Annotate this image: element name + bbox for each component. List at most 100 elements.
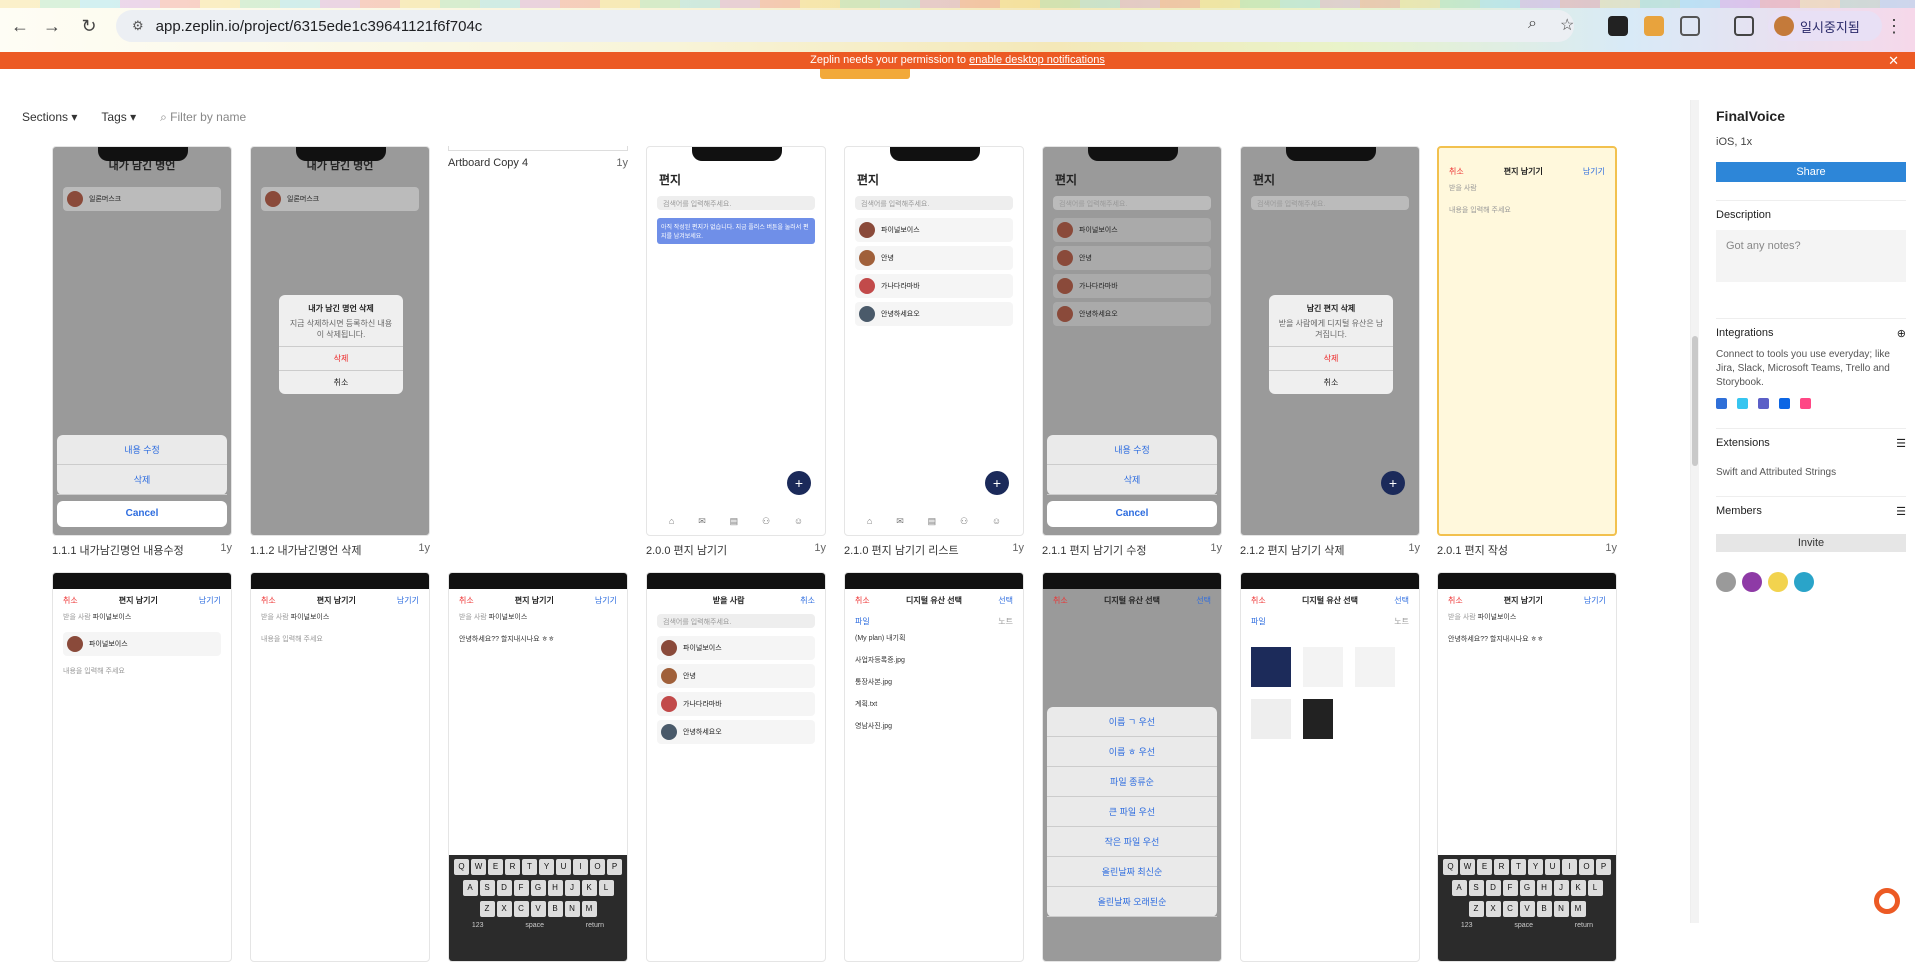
artboard-thumbnail[interactable]: 취소 편지 남기기 남기기 받을 사람 파이널보이스 내용을 입력해 주세요 — [250, 572, 430, 962]
status-bar — [53, 573, 231, 589]
alert-cancel[interactable]: 취소 — [1269, 370, 1393, 394]
alert-delete[interactable]: 삭제 — [1269, 346, 1393, 370]
bookmark-star-icon[interactable]: ☆ — [1560, 15, 1574, 35]
artboard-card[interactable]: 편지 검색어를 입력해주세요. 남긴 편지 삭제 받을 사람에게 디지털 유산은… — [1240, 146, 1420, 558]
close-icon[interactable]: ✕ — [1888, 52, 1899, 69]
teams-icon[interactable] — [1758, 398, 1769, 409]
browser-menu-icon[interactable]: ⋮ — [1882, 14, 1906, 38]
alert-cancel[interactable]: 취소 — [279, 370, 403, 394]
artboard-thumbnail[interactable]: 취소 편지 남기기 남기기 받을 사람 파이널보이스 안녕하세요?? 할지내시나요 … — [448, 572, 628, 962]
tags-dropdown[interactable]: Tags ▾ — [101, 110, 136, 124]
sheet-cancel[interactable]: Cancel — [1047, 501, 1217, 527]
site-info-icon[interactable]: ⚙ — [132, 18, 144, 34]
artboard-thumbnail[interactable]: 취소 디지털 유산 선택 선택 파일 노트 (My plan) 내기획 사업자등록증.… — [844, 572, 1024, 962]
alert-delete[interactable]: 삭제 — [279, 346, 403, 370]
artboard-card[interactable]: 취소 편지 남기기 남기기 받을 사람 내용을 입력해 주세요 2.0.1 편지 작… — [1437, 146, 1617, 558]
compose-title: 편지 남기기 — [514, 596, 554, 605]
sections-dropdown[interactable]: Sections ▾ — [22, 110, 77, 124]
sheet-delete[interactable]: 삭제 — [57, 465, 227, 495]
artboard-card[interactable]: 취소 디지털 유산 선택 선택 파일 노트 (My plan) 내기획 사업자등록증.… — [844, 572, 1024, 962]
add-icon[interactable]: ⊕ — [1897, 327, 1906, 340]
help-icon[interactable] — [1874, 888, 1900, 914]
artboard-card[interactable]: 취소 편지 남기기 남기기 받을 사람 파이널보이스 내용을 입력해 주세요 — [250, 572, 430, 962]
members-label: Members — [1716, 505, 1762, 517]
forward-icon[interactable]: → — [40, 14, 64, 38]
enable-notifications-link[interactable]: enable desktop notifications — [969, 54, 1105, 66]
notes-input[interactable]: Got any notes? — [1716, 230, 1906, 282]
filter-search[interactable]: ⌕ Filter by name — [160, 110, 246, 125]
artboard-age: 1y — [1605, 542, 1617, 554]
artboard-thumbnail[interactable]: 받을 사람 취소 검색어를 입력해주세요. 파이널보이스 안녕 가나다라마바 안녕… — [646, 572, 826, 962]
artboard-thumbnail[interactable]: 취소 디지털 유산 선택 선택 이름 ㄱ 우선 이름 ㅎ 우선 파일 종류순 큰 파… — [1042, 572, 1222, 962]
select-label: 선택 — [998, 596, 1013, 605]
share-button[interactable]: Share — [1716, 162, 1906, 182]
storybook-icon[interactable] — [1800, 398, 1811, 409]
profile-button[interactable]: 일시중지됨 — [1768, 11, 1882, 41]
artboard-card[interactable]: 내가 남긴 명언 일론머스크 내용 수정 삭제 Cancel 1.1.1 내가남… — [52, 146, 232, 558]
sheet-edit[interactable]: 내용 수정 — [57, 435, 227, 465]
side-panel-icon[interactable] — [1734, 16, 1754, 36]
artboard-thumbnail[interactable]: 편지 검색어를 입력해주세요. 아직 작성된 편지가 없습니다. 지금 플러스 … — [646, 146, 826, 536]
integrations-heading: Integrations ⊕ — [1716, 318, 1906, 340]
sort-option[interactable]: 큰 파일 우선 — [1047, 797, 1217, 827]
artboard-thumbnail[interactable]: 취소 편지 남기기 남기기 받을 사람 파이널보이스 안녕하세요?? 할지내시나요 … — [1437, 572, 1617, 962]
artboard-card[interactable]: 내가 남긴 명언 일론머스크 내가 남긴 명언 삭제 지금 삭제하시면 등록하신… — [250, 146, 430, 558]
settings-icon[interactable]: ☰ — [1896, 437, 1906, 450]
settings-icon[interactable]: ☰ — [1896, 505, 1906, 518]
artboard-card[interactable]: 편지 검색어를 입력해주세요. 파이널보이스 안녕 가나다라마바 안녕하세요오 … — [1042, 146, 1222, 558]
artboard-thumbnail[interactable]: 내가 남긴 명언 일론머스크 내가 남긴 명언 삭제 지금 삭제하시면 등록하신… — [250, 146, 430, 536]
avatar[interactable] — [1742, 572, 1762, 592]
artboard-card[interactable]: 취소 편지 남기기 남기기 받을 사람 파이널보이스 안녕하세요?? 할지내시나요 … — [448, 572, 628, 962]
sheet-cancel[interactable]: Cancel — [57, 501, 227, 527]
artboard-name: Artboard Copy 4 — [448, 157, 529, 169]
artboard-thumbnail[interactable]: 취소 편지 남기기 남기기 받을 사람 파이널보이스 파이널보이스 내용을 입력해 … — [52, 572, 232, 962]
artboard-card[interactable]: 취소 편지 남기기 남기기 받을 사람 파이널보이스 안녕하세요?? 할지내시나요 … — [1437, 572, 1617, 962]
reload-icon[interactable]: ↻ — [77, 14, 101, 38]
artboard-card[interactable]: Artboard Copy 4 1y — [448, 146, 628, 169]
sort-option[interactable]: 파일 종류순 — [1047, 767, 1217, 797]
zoom-icon[interactable]: ⌕ — [1528, 15, 1537, 33]
jira-icon[interactable] — [1716, 398, 1727, 409]
screen-title: 편지 — [659, 173, 682, 187]
artboard-thumbnail[interactable]: 편지 검색어를 입력해주세요. 남긴 편지 삭제 받을 사람에게 디지털 유산은… — [1240, 146, 1420, 536]
back-icon[interactable]: ← — [8, 14, 32, 38]
sort-option[interactable]: 올린날짜 오래된순 — [1047, 887, 1217, 917]
sort-option[interactable]: 올린날짜 최신순 — [1047, 857, 1217, 887]
extension-m-icon[interactable] — [1608, 16, 1628, 36]
add-icon: + — [787, 471, 811, 495]
artboard-thumbnail[interactable]: 내가 남긴 명언 일론머스크 내용 수정 삭제 Cancel — [52, 146, 232, 536]
address-bar[interactable]: ⚙ app.zeplin.io/project/6315ede1c3964112… — [116, 10, 1574, 42]
extension-color-icon[interactable] — [1644, 16, 1664, 36]
row-name: 안녕하세요오 — [881, 311, 920, 318]
artboard-card[interactable]: 편지 검색어를 입력해주세요. 파이널보이스 안녕 가나다라마바 안녕하세요오 … — [844, 146, 1024, 558]
artboard-card[interactable]: 취소 디지털 유산 선택 선택 파일 노트 — [1240, 572, 1420, 962]
sheet-edit[interactable]: 내용 수정 — [1047, 435, 1217, 465]
sort-option[interactable]: 이름 ㅎ 우선 — [1047, 737, 1217, 767]
select-label: 선택 — [1394, 596, 1409, 605]
artboard-card[interactable]: 취소 디지털 유산 선택 선택 이름 ㄱ 우선 이름 ㅎ 우선 파일 종류순 큰 파… — [1042, 572, 1222, 962]
invite-button[interactable]: Invite — [1716, 534, 1906, 552]
artboard-thumbnail[interactable]: 편지 검색어를 입력해주세요. 파이널보이스 안녕 가나다라마바 안녕하세요오 … — [1042, 146, 1222, 536]
artboard-thumbnail[interactable]: 취소 디지털 유산 선택 선택 파일 노트 — [1240, 572, 1420, 962]
slack-icon[interactable] — [1737, 398, 1748, 409]
scrollbar-thumb[interactable] — [1692, 336, 1698, 466]
extensions-puzzle-icon[interactable] — [1680, 16, 1700, 36]
artboard-thumbnail[interactable]: 편지 검색어를 입력해주세요. 파이널보이스 안녕 가나다라마바 안녕하세요오 … — [844, 146, 1024, 536]
avatar[interactable] — [1716, 572, 1736, 592]
extensions-text: Swift and Attributed Strings — [1716, 467, 1837, 478]
artboard-card[interactable]: 취소 편지 남기기 남기기 받을 사람 파이널보이스 파이널보이스 내용을 입력해 … — [52, 572, 232, 962]
scrollbar[interactable] — [1691, 100, 1699, 923]
alert-body: 지금 삭제하시면 등록하신 내용이 삭제됩니다. — [289, 319, 393, 339]
artboard-thumbnail[interactable] — [448, 146, 628, 151]
sort-option[interactable]: 작은 파일 우선 — [1047, 827, 1217, 857]
artboard-card[interactable]: 편지 검색어를 입력해주세요. 아직 작성된 편지가 없습니다. 지금 플러스 … — [646, 146, 826, 558]
artboard-card[interactable]: 받을 사람 취소 검색어를 입력해주세요. 파이널보이스 안녕 가나다라마바 안녕… — [646, 572, 826, 962]
sheet-delete[interactable]: 삭제 — [1047, 465, 1217, 495]
phone-notch — [98, 147, 188, 161]
trello-icon[interactable] — [1779, 398, 1790, 409]
avatar[interactable] — [1794, 572, 1814, 592]
artboard-thumbnail-selected[interactable]: 취소 편지 남기기 남기기 받을 사람 내용을 입력해 주세요 — [1437, 146, 1617, 536]
sort-option[interactable]: 이름 ㄱ 우선 — [1047, 707, 1217, 737]
row-name: 안녕하세요오 — [683, 729, 722, 736]
avatar[interactable] — [1768, 572, 1788, 592]
